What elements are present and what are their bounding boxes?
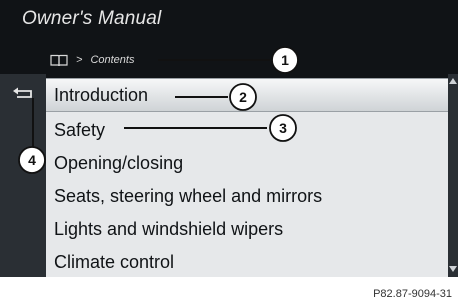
menu-item-safety[interactable]: Safety xyxy=(46,114,448,146)
menu-item-seats-steering-mirrors[interactable]: Seats, steering wheel and mirrors xyxy=(46,180,448,212)
menu-item-introduction[interactable]: Introduction xyxy=(46,78,448,112)
breadcrumb-separator: > xyxy=(76,54,83,66)
scroll-up-icon xyxy=(449,78,457,84)
menu-item-climate-control[interactable]: Climate control xyxy=(46,246,448,277)
scrollbar[interactable] xyxy=(448,74,458,277)
menu-item-lights-wipers[interactable]: Lights and windshield wipers xyxy=(46,213,448,245)
back-button[interactable] xyxy=(7,80,39,106)
breadcrumb-current[interactable]: Contents xyxy=(90,54,134,66)
display-screen: Owner's Manual > Contents Introduction S… xyxy=(0,0,458,277)
app-title: Owner's Manual xyxy=(22,8,162,29)
breadcrumb[interactable]: > Contents xyxy=(50,49,134,71)
book-icon xyxy=(50,54,68,66)
contents-menu: Introduction Safety Opening/closing Seat… xyxy=(46,78,448,277)
back-arrow-icon xyxy=(13,87,32,98)
menu-item-opening-closing[interactable]: Opening/closing xyxy=(46,147,448,179)
scroll-down-icon xyxy=(449,266,457,272)
figure-reference: P82.87-9094-31 xyxy=(373,288,452,300)
